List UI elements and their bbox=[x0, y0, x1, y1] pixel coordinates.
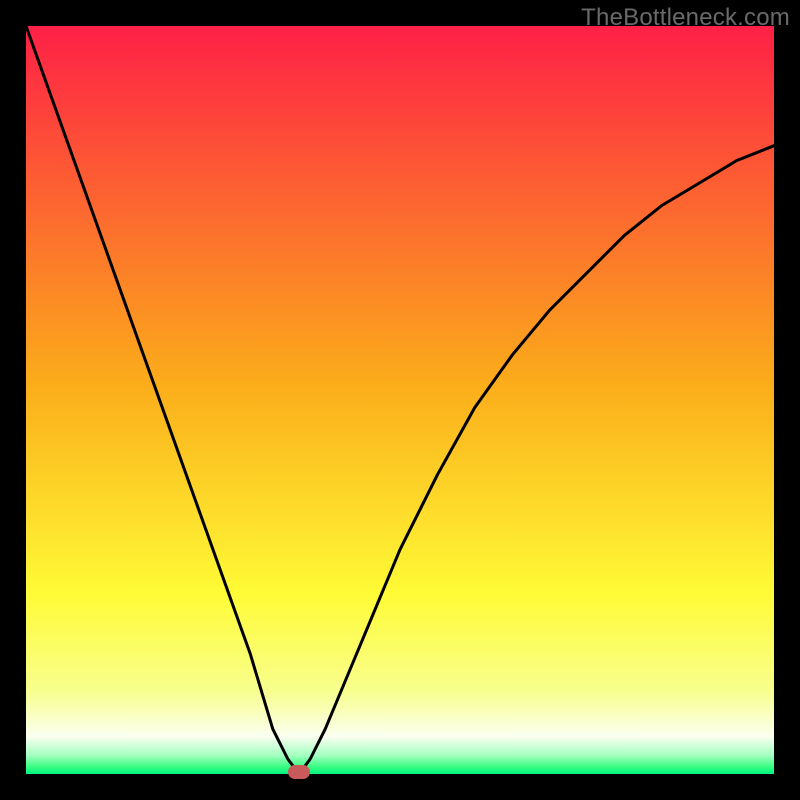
plot-svg bbox=[26, 26, 774, 774]
plot-background bbox=[26, 26, 774, 774]
chart-frame: TheBottleneck.com bbox=[0, 0, 800, 800]
plot-area bbox=[26, 26, 774, 774]
min-marker bbox=[288, 765, 310, 779]
